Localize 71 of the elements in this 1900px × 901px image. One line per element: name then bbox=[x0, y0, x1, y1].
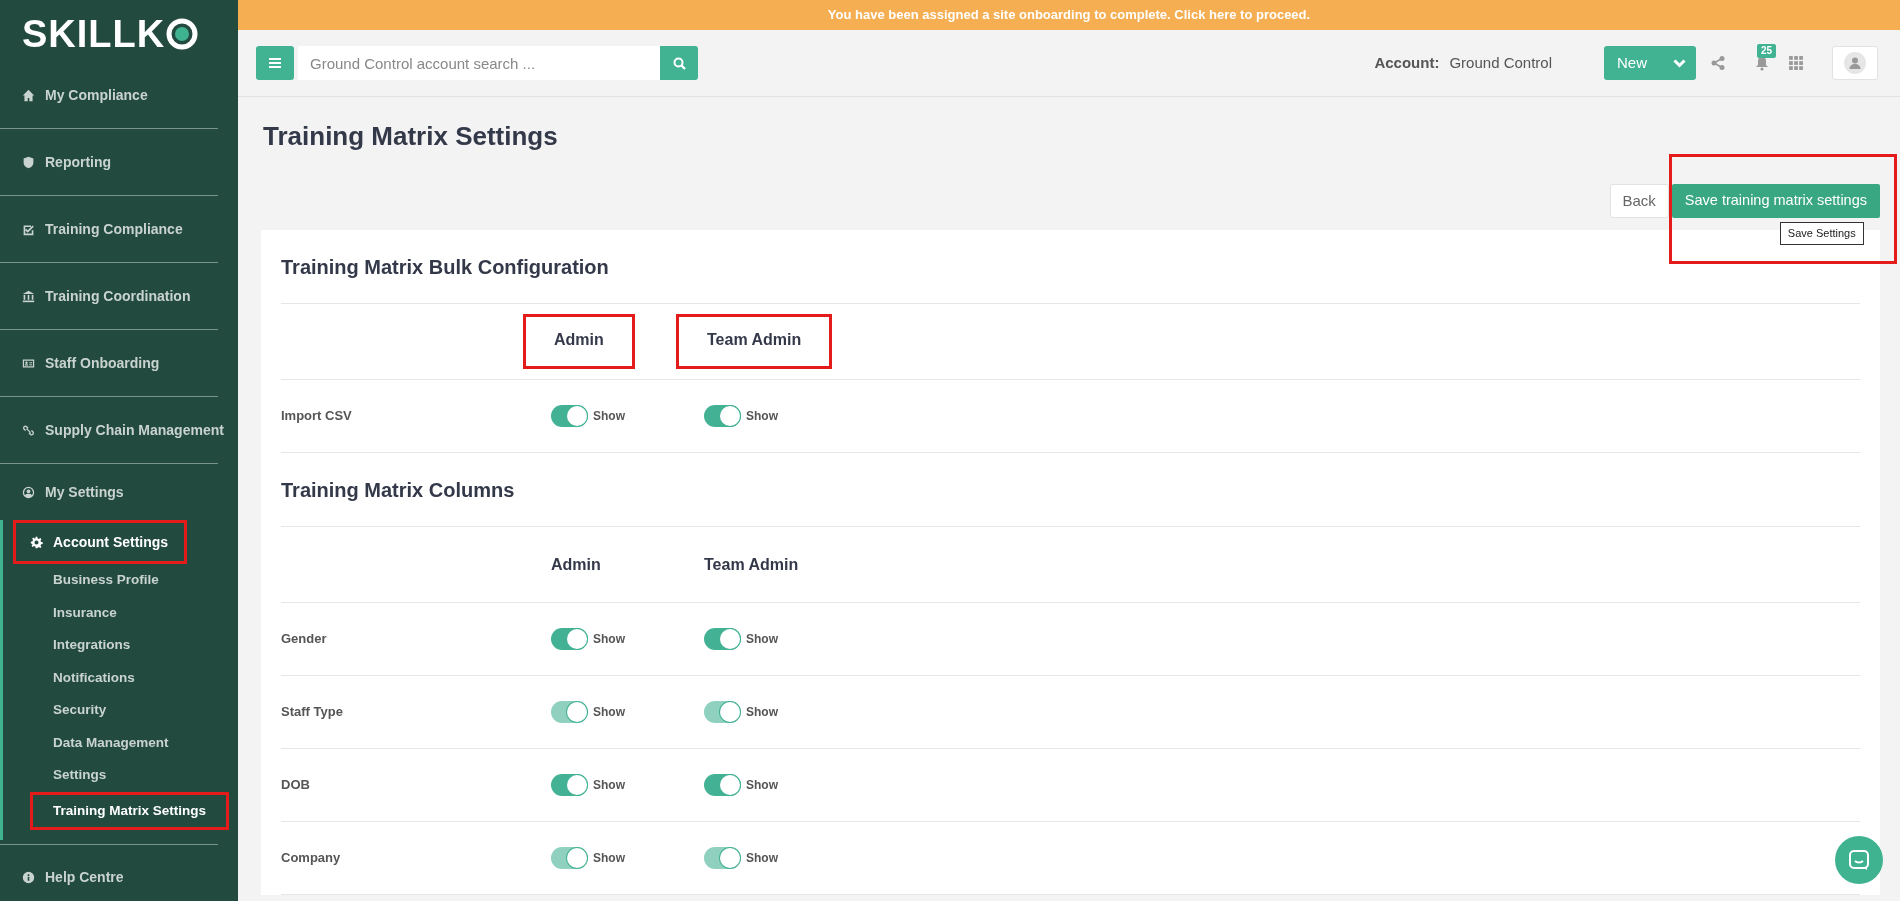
toggle-switch[interactable] bbox=[551, 628, 588, 651]
back-button[interactable]: Back bbox=[1609, 184, 1669, 219]
sidebar-subitem[interactable]: Settings bbox=[3, 759, 238, 792]
sidebar-item[interactable]: Account Settings bbox=[13, 520, 188, 564]
search-field[interactable]: Ground Control account search ... bbox=[298, 46, 660, 80]
toggle-label: Show bbox=[593, 408, 625, 426]
sidebar-subitem[interactable]: Data Management bbox=[3, 726, 238, 759]
link-icon bbox=[22, 423, 35, 437]
sidebar-item[interactable]: My Compliance bbox=[0, 62, 238, 128]
toggle-label: Show bbox=[746, 850, 778, 868]
shield-icon bbox=[22, 155, 35, 169]
account-name: Ground Control bbox=[1449, 52, 1552, 73]
id-card-icon bbox=[22, 356, 35, 370]
menu-button[interactable] bbox=[256, 46, 294, 80]
section-title: Training Matrix Columns bbox=[281, 453, 1860, 528]
notification-count: 25 bbox=[1757, 44, 1777, 58]
column-header: Admin bbox=[523, 314, 635, 370]
toggle-switch[interactable] bbox=[704, 405, 741, 428]
row-label: DOB bbox=[281, 776, 311, 795]
sidebar-item[interactable]: Training Compliance bbox=[0, 196, 238, 262]
apps-grid-icon[interactable] bbox=[1788, 55, 1804, 71]
row-label: Import CSV bbox=[281, 407, 353, 426]
toggle-label: Show bbox=[593, 850, 625, 868]
sidebar-subitem[interactable]: Insurance bbox=[3, 596, 238, 629]
toggle-label: Show bbox=[593, 704, 625, 722]
tooltip: Save Settings bbox=[1779, 222, 1864, 245]
toggle-label: Show bbox=[746, 408, 778, 426]
share-icon[interactable] bbox=[1710, 55, 1726, 71]
toggle-switch[interactable] bbox=[551, 405, 588, 428]
account-label: Account: bbox=[1374, 52, 1440, 73]
sidebar-item[interactable]: Reporting bbox=[0, 129, 238, 195]
bank-icon bbox=[22, 289, 35, 303]
toggle-label: Show bbox=[746, 777, 778, 795]
column-header: Admin bbox=[551, 554, 601, 575]
row-label: Staff Type bbox=[281, 703, 344, 722]
toggle-label: Show bbox=[746, 704, 778, 722]
sidebar-subitem[interactable]: Business Profile bbox=[3, 564, 238, 597]
row-label: Company bbox=[281, 849, 342, 868]
page-title: Training Matrix Settings bbox=[263, 121, 559, 153]
user-menu-button[interactable] bbox=[1832, 46, 1878, 80]
toggle-switch[interactable] bbox=[704, 628, 741, 651]
row-label: Gender bbox=[281, 630, 328, 649]
user-icon bbox=[22, 485, 35, 499]
search-icon bbox=[672, 56, 686, 70]
sidebar-subitem[interactable]: Integrations bbox=[3, 629, 238, 662]
column-header: Team Admin bbox=[676, 314, 833, 370]
toggle-label: Show bbox=[593, 631, 625, 649]
toggle-label: Show bbox=[746, 631, 778, 649]
toggle-switch[interactable] bbox=[551, 774, 588, 797]
settings-icon bbox=[30, 535, 43, 549]
sidebar-subitem[interactable]: Security bbox=[3, 694, 238, 727]
avatar-icon bbox=[1844, 52, 1866, 74]
bell-icon[interactable] bbox=[1754, 55, 1770, 71]
home-icon bbox=[22, 88, 35, 102]
sidebar-item[interactable]: My Settings bbox=[0, 464, 238, 520]
logo[interactable]: SKILLK bbox=[0, 0, 238, 62]
sidebar-item[interactable]: Help Centre bbox=[0, 844, 238, 901]
search-button[interactable] bbox=[660, 46, 698, 80]
chevron-down-icon bbox=[1673, 58, 1686, 68]
toggle-switch[interactable] bbox=[704, 774, 741, 797]
info-icon bbox=[22, 871, 35, 884]
sidebar-item[interactable]: Supply Chain Management bbox=[0, 397, 238, 463]
sidebar-item[interactable]: Training Coordination bbox=[0, 263, 238, 329]
sidebar-subitem[interactable]: Training Matrix Settings bbox=[30, 791, 230, 830]
toggle-label: Show bbox=[593, 777, 625, 795]
menu-icon bbox=[269, 58, 281, 68]
checkbox-icon bbox=[22, 222, 35, 236]
column-header: Team Admin bbox=[704, 554, 799, 575]
sidebar-item[interactable]: Staff Onboarding bbox=[0, 330, 238, 396]
sidebar-subitem[interactable]: Notifications bbox=[3, 661, 238, 694]
chat-icon bbox=[1848, 849, 1870, 871]
